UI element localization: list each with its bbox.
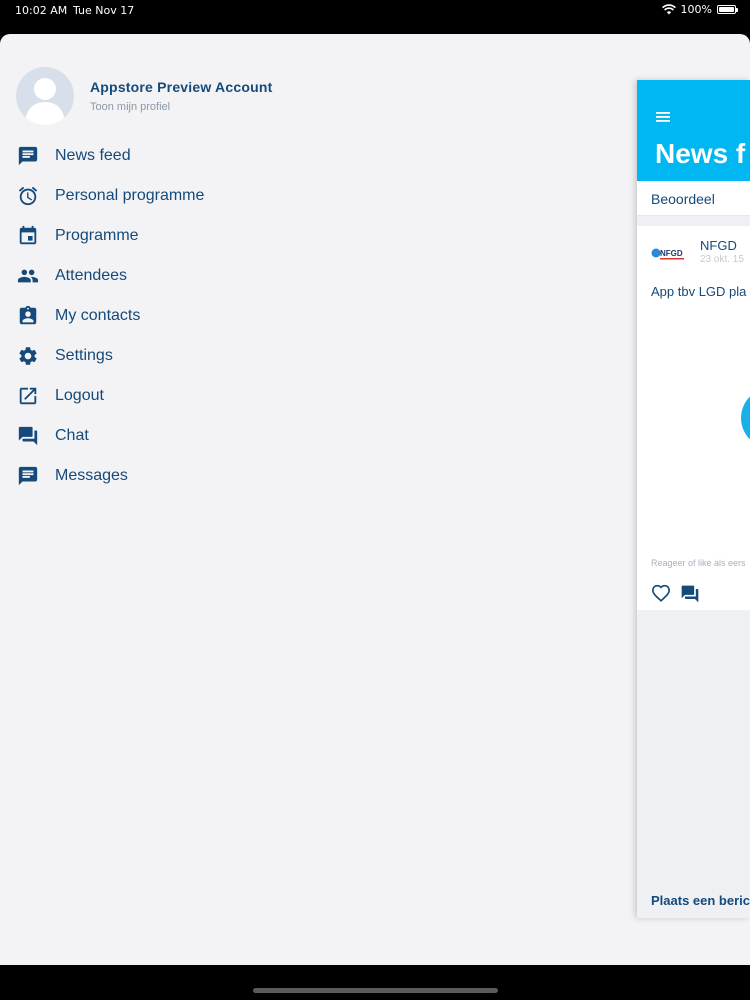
chat-bubbles-icon [17, 425, 39, 447]
contact-card-icon [17, 305, 39, 327]
menu-item-chat[interactable]: Chat [0, 416, 600, 456]
menu-item-attendees[interactable]: Attendees [0, 256, 600, 296]
menu-item-news-feed[interactable]: News feed [0, 136, 600, 176]
gear-icon [17, 345, 39, 367]
view-profile-link[interactable]: Toon mijn profiel [90, 101, 272, 113]
logo-text: NFGD [660, 249, 683, 258]
battery-icon [717, 5, 738, 14]
profile-name: Appstore Preview Account [90, 79, 273, 95]
news-feed-panel[interactable]: News f Beoordeel NFGD NFGD 23 okt. 15 Ap… [637, 80, 750, 918]
external-link-icon [17, 385, 39, 407]
battery-percent: 100% [680, 3, 712, 16]
menu-label: Settings [55, 347, 113, 364]
avatar[interactable] [16, 67, 74, 125]
feed-empty-area [637, 610, 750, 918]
menu-label: Programme [55, 227, 139, 244]
menu-label: Messages [55, 467, 128, 484]
post-hint: Reageer of like als eers [651, 558, 746, 568]
compose-post-button[interactable]: Plaats een beric [651, 893, 750, 908]
heart-icon[interactable] [651, 584, 671, 602]
divider [637, 216, 750, 226]
feed-header: News f [637, 80, 750, 181]
nfgd-logo: NFGD [651, 248, 684, 260]
wifi-icon [661, 4, 676, 15]
menu-label: Chat [55, 427, 89, 444]
profile-header[interactable]: Appstore Preview Account Toon mijn profi… [16, 67, 272, 125]
status-bar: 10:02 AM Tue Nov 17 100% [0, 0, 750, 22]
menu-label: My contacts [55, 307, 141, 324]
menu-label: Personal programme [55, 187, 205, 204]
comment-icon[interactable] [680, 584, 700, 604]
media-play-button[interactable] [741, 388, 750, 448]
calendar-icon [17, 225, 39, 247]
menu-item-my-contacts[interactable]: My contacts [0, 296, 600, 336]
post-date: 23 okt. 15 [700, 254, 744, 265]
menu-label: News feed [55, 147, 131, 164]
menu-item-messages[interactable]: Messages [0, 456, 600, 496]
menu-item-logout[interactable]: Logout [0, 376, 600, 416]
profile-text: Appstore Preview Account Toon mijn profi… [90, 79, 272, 113]
status-indicators: 100% [661, 3, 738, 16]
menu-item-personal-programme[interactable]: Personal programme [0, 176, 600, 216]
menu-item-settings[interactable]: Settings [0, 336, 600, 376]
rate-row[interactable]: Beoordeel [637, 181, 750, 216]
app-screen: Appstore Preview Account Toon mijn profi… [0, 34, 750, 965]
drawer-menu: News feed Personal programme Programme A… [0, 136, 600, 496]
home-indicator[interactable] [253, 988, 498, 993]
post-author: NFGD [700, 238, 737, 253]
side-drawer: Appstore Preview Account Toon mijn profi… [0, 34, 600, 965]
news-feed-icon [17, 145, 39, 167]
status-date: Tue Nov 17 [73, 4, 135, 17]
menu-item-programme[interactable]: Programme [0, 216, 600, 256]
alarm-clock-icon [17, 185, 39, 207]
feed-title: News f [655, 138, 746, 169]
feed-post[interactable]: NFGD NFGD 23 okt. 15 App tbv LGD pla Rea… [637, 226, 750, 610]
post-text: App tbv LGD pla [651, 284, 747, 299]
status-time: 10:02 AM [15, 4, 68, 17]
menu-label: Logout [55, 387, 104, 404]
message-icon [17, 465, 39, 487]
rate-label: Beoordeel [651, 191, 715, 207]
menu-label: Attendees [55, 267, 128, 284]
people-icon [17, 265, 39, 287]
hamburger-menu-icon[interactable] [656, 112, 670, 122]
person-silhouette-icon [25, 78, 65, 125]
